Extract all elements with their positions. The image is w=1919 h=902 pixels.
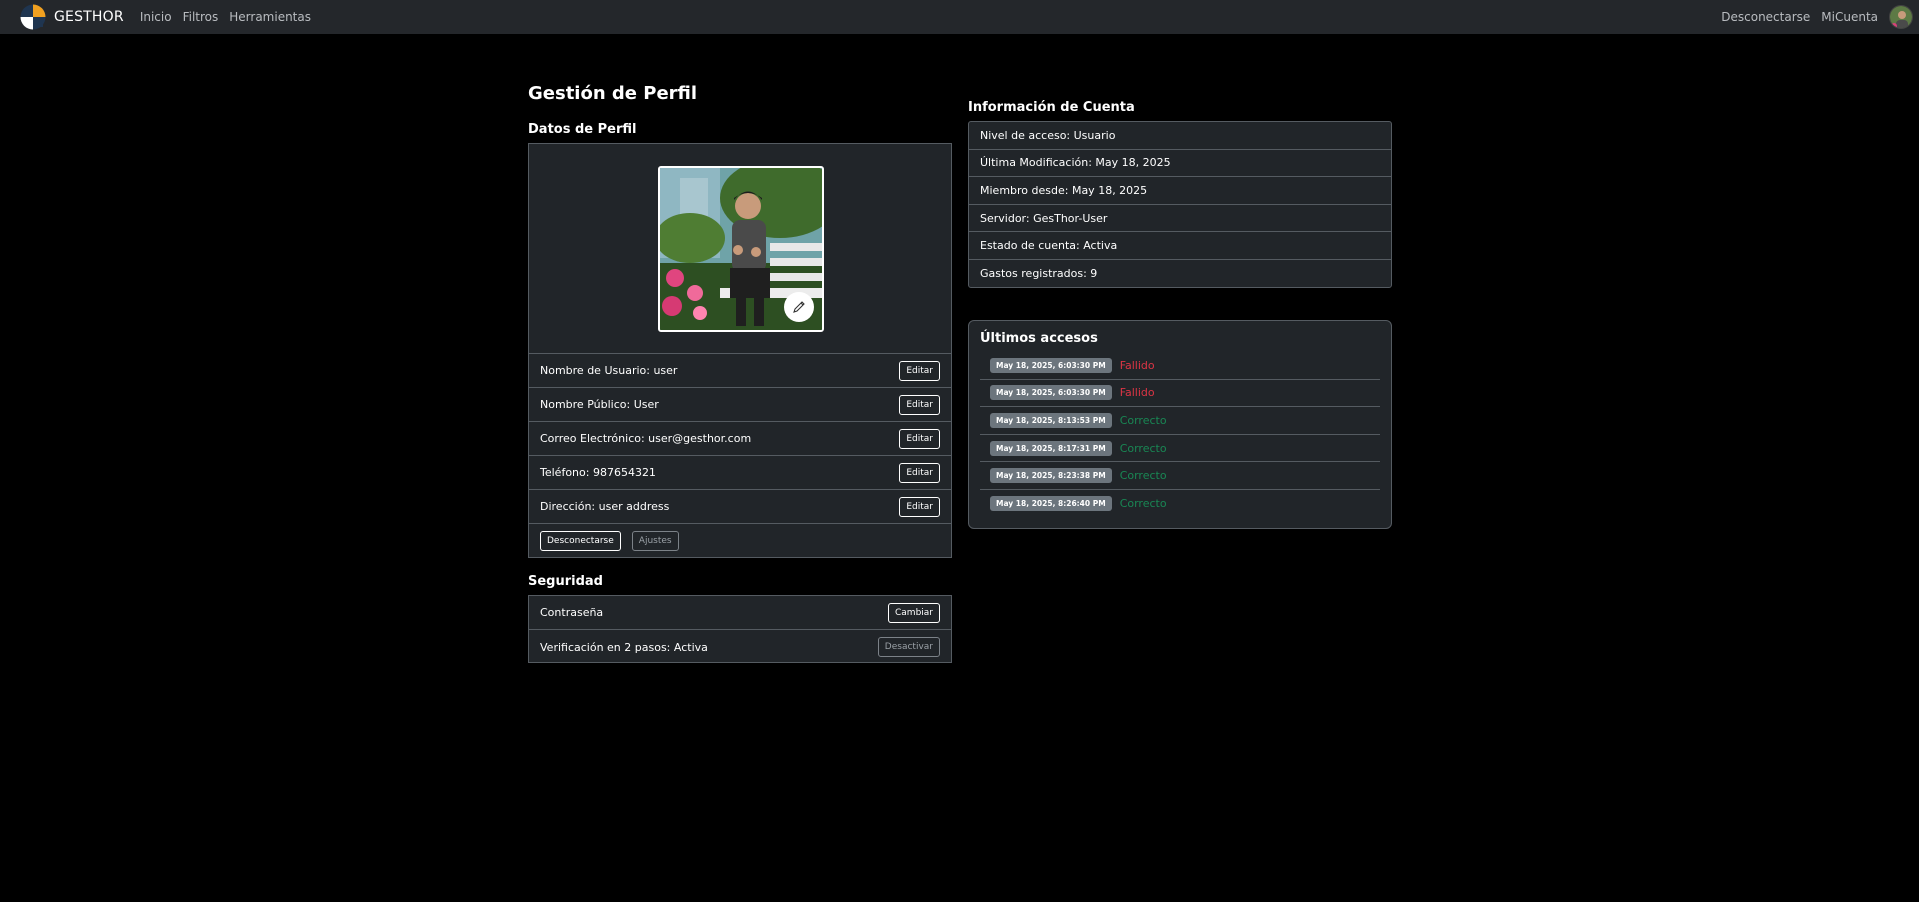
access-status: Correcto [1119,441,1167,455]
profile-section-title: Datos de Perfil [528,122,637,137]
nav-link-filtros[interactable]: Filtros [183,10,219,24]
access-time-badge: May 18, 2025, 6:03:30 PM [990,385,1112,401]
access-status: Correcto [1119,497,1167,511]
field-label-email: Correo Electrónico: user@gesthor.com [540,432,752,445]
access-row: May 18, 2025, 6:03:30 PM Fallido [980,352,1380,380]
logout-button[interactable]: Desconectarse [540,531,621,551]
access-status: Correcto [1119,413,1167,427]
photo-area [529,144,951,354]
brand-name: GESTHOR [54,9,124,25]
access-status: Fallido [1119,386,1155,400]
access-time-badge: May 18, 2025, 8:13:53 PM [990,412,1112,428]
user-avatar[interactable] [1889,5,1913,29]
security-section-title: Seguridad [528,574,603,589]
edit-address-button[interactable]: Editar [899,496,940,517]
twofa-row: Verificación en 2 pasos: Activa Desactiv… [529,630,951,664]
access-row: May 18, 2025, 8:13:53 PM Correcto [980,407,1380,435]
info-row-expenses: Gastos registrados: 9 [980,267,1098,281]
field-row-email: Correo Electrónico: user@gesthor.com Edi… [529,422,951,456]
nav-logout-link[interactable]: Desconectarse [1721,10,1810,24]
access-time-badge: May 18, 2025, 6:03:30 PM [990,357,1112,373]
settings-button[interactable]: Ajustes [631,531,679,551]
brand[interactable]: GESTHOR [20,4,124,30]
nav-link-inicio[interactable]: Inicio [140,10,172,24]
field-row-username: Nombre de Usuario: user Editar [529,354,951,388]
field-label-username: Nombre de Usuario: user [540,364,678,377]
profile-photo [658,166,824,332]
profile-card: Nombre de Usuario: user Editar Nombre Pú… [528,143,952,558]
account-info-title: Información de Cuenta [968,100,1135,115]
edit-photo-button[interactable] [784,292,814,322]
recent-access-card: Últimos accesos May 18, 2025, 6:03:30 PM… [968,320,1392,529]
edit-phone-button[interactable]: Editar [899,462,940,483]
page-title: Gestión de Perfil [528,83,698,104]
info-row-account-status: Estado de cuenta: Activa [969,232,1391,260]
disable-twofa-button[interactable]: Desactivar [877,637,940,657]
access-status: Fallido [1119,358,1155,372]
account-info-card: Nivel de acceso: Usuario Última Modifica… [968,121,1392,288]
security-card: Contraseña Cambiar Verificación en 2 pas… [528,595,952,663]
edit-email-button[interactable]: Editar [899,428,940,449]
access-time-badge: May 18, 2025, 8:23:38 PM [990,468,1112,484]
pencil-icon [793,301,805,313]
nav-link-herramientas[interactable]: Herramientas [229,10,311,24]
info-row-member-since: Miembro desde: May 18, 2025 [969,177,1391,205]
password-label: Contraseña [540,606,604,619]
access-time-badge: May 18, 2025, 8:26:40 PM [990,496,1112,512]
edit-username-button[interactable]: Editar [899,360,940,381]
twofa-label: Verificación en 2 pasos: Activa [540,640,708,654]
nav-account-link[interactable]: MiCuenta [1821,10,1878,24]
edit-public-name-button[interactable]: Editar [899,394,940,415]
field-label-public-name: Nombre Público: User [540,398,659,411]
avatar-image [1890,6,1912,28]
field-row-address: Dirección: user address Editar [529,490,951,524]
access-row: May 18, 2025, 8:26:40 PM Correcto [980,490,1380,518]
info-row-last-modified: Última Modificación: May 18, 2025 [969,150,1391,178]
password-row: Contraseña Cambiar [529,596,951,630]
access-time-badge: May 18, 2025, 8:17:31 PM [990,440,1112,456]
field-row-public-name: Nombre Público: User Editar [529,388,951,422]
access-row: May 18, 2025, 8:23:38 PM Correcto [980,462,1380,490]
field-row-phone: Teléfono: 987654321 Editar [529,456,951,490]
access-row: May 18, 2025, 8:17:31 PM Correcto [980,435,1380,463]
access-status: Correcto [1119,469,1167,483]
profile-actions-row: Desconectarse Ajustes [529,524,951,558]
change-password-button[interactable]: Cambiar [888,602,940,623]
field-label-address: Dirección: user address [540,500,670,513]
recent-access-title: Últimos accesos [980,331,1098,346]
access-list: May 18, 2025, 6:03:30 PM Fallido May 18, 2… [980,352,1380,518]
access-row: May 18, 2025, 6:03:30 PM Fallido [980,380,1380,408]
info-row-access-level: Nivel de acceso: Usuario [969,122,1391,150]
field-label-phone: Teléfono: 987654321 [540,466,656,479]
info-row-server: Servidor: GesThor-User [969,205,1391,233]
gesthor-logo-icon [20,4,46,30]
top-navbar: GESTHOR Inicio Filtros Herramientas Desc… [0,0,1919,34]
